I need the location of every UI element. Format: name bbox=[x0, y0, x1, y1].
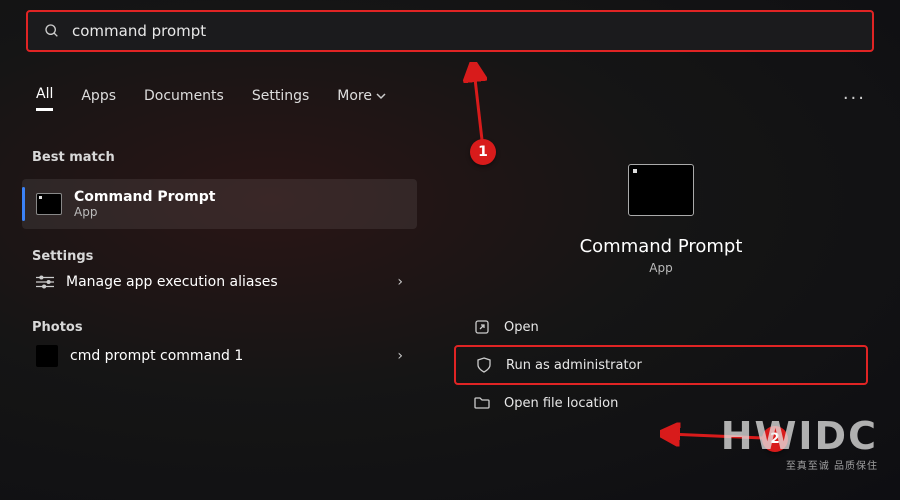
result-text: Command Prompt App bbox=[74, 189, 403, 219]
action-run-as-administrator[interactable]: Run as administrator bbox=[454, 345, 868, 385]
tab-apps[interactable]: Apps bbox=[81, 88, 116, 110]
folder-icon bbox=[474, 395, 490, 411]
chevron-right-icon: › bbox=[397, 274, 403, 290]
terminal-icon bbox=[36, 193, 62, 215]
tab-settings[interactable]: Settings bbox=[252, 88, 309, 110]
result-text: cmd prompt command 1 bbox=[70, 348, 385, 364]
preview-title: Command Prompt bbox=[580, 236, 743, 257]
chevron-down-icon bbox=[376, 91, 386, 101]
result-command-prompt[interactable]: Command Prompt App bbox=[22, 179, 417, 229]
result-manage-aliases[interactable]: Manage app execution aliases › bbox=[22, 264, 417, 300]
watermark: HWIDC bbox=[721, 414, 878, 458]
preview-subtitle: App bbox=[649, 261, 672, 275]
results-pane: Best match Command Prompt App Settings M… bbox=[22, 150, 417, 377]
shield-icon bbox=[476, 357, 492, 373]
tab-more[interactable]: More bbox=[337, 88, 386, 110]
result-title: cmd prompt command 1 bbox=[70, 348, 385, 364]
tab-all[interactable]: All bbox=[36, 86, 53, 111]
sliders-icon bbox=[36, 274, 54, 290]
action-run-admin-label: Run as administrator bbox=[506, 358, 642, 373]
annotation-callout-1: 1 bbox=[470, 139, 496, 165]
tab-documents[interactable]: Documents bbox=[144, 88, 224, 110]
watermark-sub: 至真至诚 品质保住 bbox=[786, 457, 878, 472]
search-icon bbox=[44, 23, 60, 39]
more-options-button[interactable]: ··· bbox=[843, 88, 866, 109]
result-text: Manage app execution aliases bbox=[66, 274, 385, 290]
action-open-label: Open bbox=[504, 320, 539, 335]
preview-actions: Open Run as administrator Open file loca… bbox=[454, 309, 868, 421]
result-photo-cmd[interactable]: cmd prompt command 1 › bbox=[22, 335, 417, 377]
best-match-label: Best match bbox=[22, 150, 417, 165]
preview-terminal-icon bbox=[628, 164, 694, 216]
chevron-right-icon: › bbox=[397, 348, 403, 364]
action-open-location-label: Open file location bbox=[504, 396, 618, 411]
photo-thumb-icon bbox=[36, 345, 58, 367]
photos-label: Photos bbox=[22, 320, 417, 335]
open-icon bbox=[474, 319, 490, 335]
settings-label: Settings bbox=[22, 249, 417, 264]
result-title: Command Prompt bbox=[74, 189, 403, 205]
preview-pane: Command Prompt App Open Run as administr… bbox=[454, 150, 868, 421]
search-input[interactable] bbox=[72, 22, 856, 40]
result-title: Manage app execution aliases bbox=[66, 274, 385, 290]
search-bar[interactable] bbox=[26, 10, 874, 52]
action-open[interactable]: Open bbox=[454, 309, 868, 345]
tab-more-label: More bbox=[337, 88, 372, 104]
result-subtitle: App bbox=[74, 205, 403, 219]
search-tabs: All Apps Documents Settings More bbox=[36, 86, 386, 111]
